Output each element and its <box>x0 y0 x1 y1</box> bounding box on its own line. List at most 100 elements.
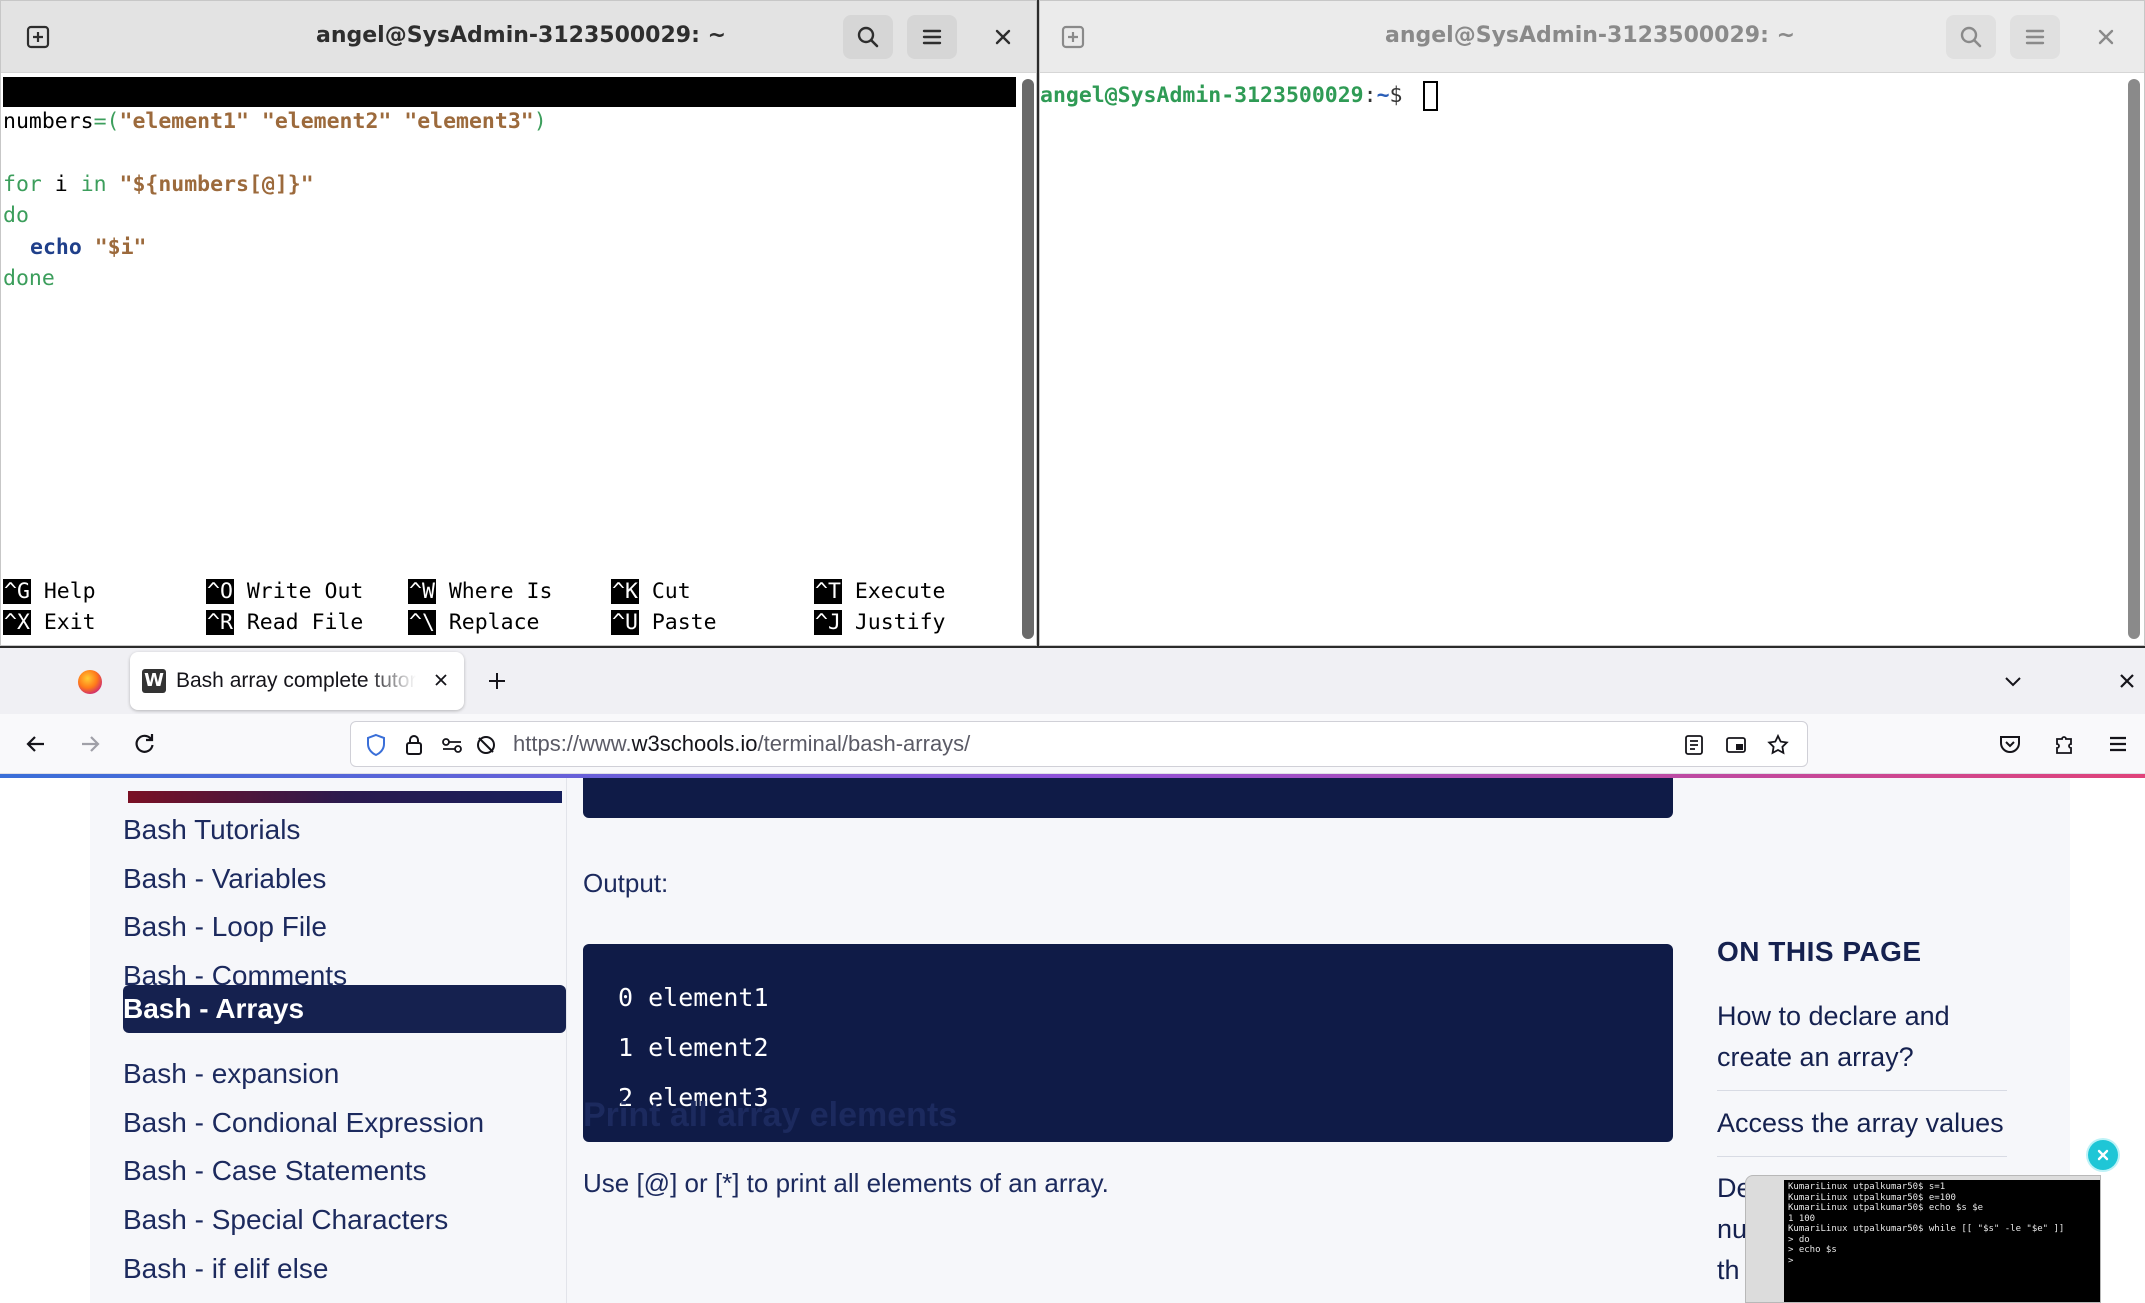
bookmark-star-icon[interactable] <box>1765 732 1791 758</box>
nano-filename: array5.sh * <box>476 139 619 164</box>
shortcut-where-is[interactable]: ^W Where Is <box>408 577 552 607</box>
close-icon <box>2098 29 2114 45</box>
section-paragraph: Use [@] or [*] to print all elements of … <box>583 1168 1109 1198</box>
shortcut-read-file[interactable]: ^R Read File <box>206 608 363 638</box>
puzzle-icon <box>2056 736 2072 754</box>
terminal-window-left[interactable]: angel@SysAdmin-3123500029: ~ GNU nano 7.… <box>0 0 1037 646</box>
shortcut-help[interactable]: ^G Help <box>3 577 96 607</box>
scrollbar[interactable] <box>2128 79 2140 639</box>
list-all-tabs-button[interactable] <box>1998 666 2028 696</box>
section-heading: Print all array elements <box>583 1096 958 1134</box>
close-button[interactable] <box>2084 15 2128 59</box>
search-button[interactable] <box>843 15 893 59</box>
toc-link-declare-array[interactable]: How to declare and create an array? <box>1717 996 2007 1078</box>
sidebar-item-conditional-expression[interactable]: Bash - Condional Expression <box>123 1103 484 1143</box>
new-tab-button[interactable] <box>1048 15 1098 59</box>
reader-view-icon[interactable] <box>1681 732 1707 758</box>
output-label: Output: <box>583 868 669 898</box>
sidebar-divider <box>566 778 567 1303</box>
sidebar-item-bash-tutorials[interactable]: Bash Tutorials <box>123 810 300 850</box>
scrollbar[interactable] <box>1022 79 1034 639</box>
reload-icon <box>135 734 154 753</box>
back-button[interactable] <box>18 726 54 762</box>
nano-editor[interactable]: GNU nano 7.2 array5.sh * numbers=("eleme… <box>1 73 1021 645</box>
toc-link-access-values[interactable]: Access the array values <box>1717 1103 2007 1144</box>
sidebar-item-special-characters[interactable]: Bash - Special Characters <box>123 1200 448 1240</box>
code-line-5[interactable]: echo "$i" <box>30 233 147 263</box>
new-tab-icon <box>1061 25 1085 49</box>
pocket-icon <box>2000 736 2020 753</box>
nano-title-bar: GNU nano 7.2 array5.sh * <box>3 77 1016 164</box>
url-text[interactable]: https://www.w3schools.io/terminal/bash-a… <box>513 722 970 766</box>
shortcut-write-out[interactable]: ^O Write Out <box>206 577 363 607</box>
text-cursor <box>1423 81 1439 111</box>
sidebar-accent-bar <box>128 791 562 803</box>
close-icon <box>2097 1149 2109 1161</box>
shortcut-cut[interactable]: ^K Cut <box>611 577 691 607</box>
sidebar-item-case-statements[interactable]: Bash - Case Statements <box>123 1151 426 1191</box>
sidebar-item-expansion[interactable]: Bash - expansion <box>123 1054 339 1094</box>
sidebar-item-loop-file[interactable]: Bash - Loop File <box>123 907 327 947</box>
favicon-icon: W <box>142 669 166 693</box>
pip-close-button[interactable] <box>2088 1140 2118 1170</box>
tracking-protection-off-icon[interactable] <box>473 732 499 758</box>
code-line-6[interactable]: done <box>3 264 55 294</box>
new-tab-icon <box>26 25 50 49</box>
lock-icon[interactable] <box>401 732 427 758</box>
hamburger-icon <box>2110 736 2126 752</box>
output-line: 0 element1 <box>618 983 769 1012</box>
terminal-title: angel@SysAdmin-3123500029: ~ <box>316 23 726 48</box>
search-button[interactable] <box>1946 15 1996 59</box>
terminal-window-right[interactable]: angel@SysAdmin-3123500029: ~ angel@SysAd… <box>1039 0 2145 646</box>
hamburger-icon <box>2025 29 2045 45</box>
window-close-button[interactable] <box>2112 666 2142 696</box>
shortcut-exit[interactable]: ^X Exit <box>3 608 96 638</box>
tab-strip: W Bash array complete tutorial <box>0 648 2145 714</box>
app-menu-button[interactable] <box>2100 726 2136 762</box>
shortcut-justify[interactable]: ^J Justify <box>814 608 945 638</box>
terminal-header: angel@SysAdmin-3123500029: ~ <box>1 1 1036 73</box>
shell-prompt[interactable]: angel@SysAdmin-3123500029:~$ <box>1040 81 1439 111</box>
new-tab-button[interactable] <box>482 666 512 696</box>
shield-icon[interactable] <box>363 732 389 758</box>
forward-button[interactable] <box>72 726 108 762</box>
code-line-1[interactable]: numbers=("element1" "element2" "element3… <box>3 107 547 137</box>
shortcut-paste[interactable]: ^U Paste <box>611 608 717 638</box>
tab-close-button[interactable] <box>428 667 454 693</box>
firefox-logo-icon[interactable] <box>78 670 102 694</box>
close-icon <box>435 674 447 686</box>
code-line-4[interactable]: do <box>3 201 29 231</box>
reload-button[interactable] <box>126 726 162 762</box>
close-icon <box>995 29 1011 45</box>
plus-icon <box>489 673 505 689</box>
code-line-3[interactable]: for i in "${numbers[@]}" <box>3 170 314 200</box>
nav-toolbar: https://www.w3schools.io/terminal/bash-a… <box>0 714 2145 774</box>
close-button[interactable] <box>981 15 1025 59</box>
nano-shortcut-bar: ^G Help ^O Write Out ^W Where Is ^K Cut … <box>3 577 1016 639</box>
sidebar-item-if-elif-else[interactable]: Bash - if elif else <box>123 1249 328 1289</box>
arrow-right-icon <box>82 736 100 752</box>
permissions-icon[interactable] <box>439 732 465 758</box>
new-tab-button[interactable] <box>13 15 63 59</box>
terminal-header: angel@SysAdmin-3123500029: ~ <box>1040 1 2144 73</box>
chevron-down-icon <box>2005 677 2021 687</box>
browser-tab[interactable]: W Bash array complete tutorial <box>130 652 464 710</box>
code-block-previous <box>583 778 1673 818</box>
sidebar-item-arrays[interactable]: Bash - Arrays <box>123 985 566 1033</box>
extensions-button[interactable] <box>2046 726 2082 762</box>
search-icon <box>857 26 879 48</box>
sidebar-item-variables[interactable]: Bash - Variables <box>123 859 326 899</box>
pip-video-terminal: KumariLinux utpalkumar50$ s=1 KumariLinux… <box>1784 1180 2100 1302</box>
shortcut-replace[interactable]: ^\ Replace <box>408 608 539 638</box>
menu-button[interactable] <box>907 15 957 59</box>
picture-in-picture-icon[interactable] <box>1723 732 1749 758</box>
toc-divider <box>1717 1090 2007 1091</box>
arrow-left-icon <box>26 736 44 752</box>
shortcut-execute[interactable]: ^T Execute <box>814 577 945 607</box>
output-line: 1 element2 <box>618 1033 769 1062</box>
pocket-button[interactable] <box>1992 726 2028 762</box>
url-bar[interactable]: https://www.w3schools.io/terminal/bash-a… <box>350 721 1808 767</box>
menu-button[interactable] <box>2010 15 2060 59</box>
picture-in-picture-window[interactable]: KumariLinux utpalkumar50$ s=1 KumariLinux… <box>1745 1175 2101 1303</box>
toc-heading: ON THIS PAGE <box>1717 936 1922 967</box>
